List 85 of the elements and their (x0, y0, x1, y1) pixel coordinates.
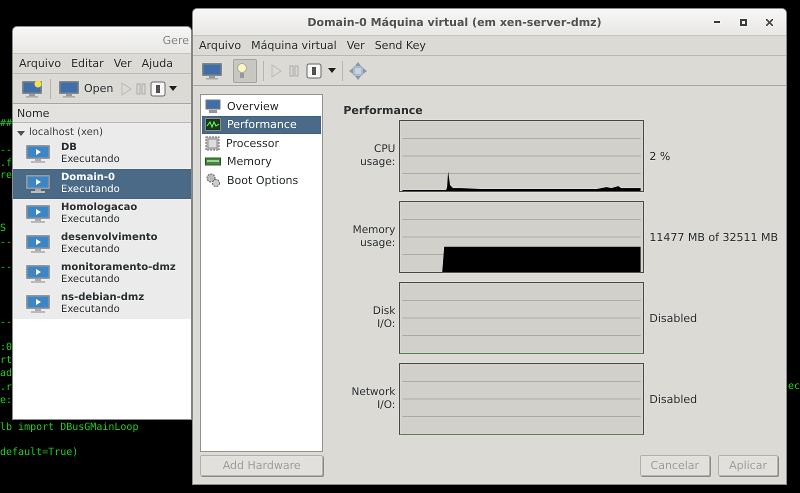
monitor-star-icon (21, 80, 43, 98)
terminal-text: ec (788, 380, 800, 393)
vm-row[interactable]: ns-debian-dmz Executando (13, 289, 191, 319)
maximize-icon (740, 18, 746, 26)
vm-status: Executando (61, 184, 120, 196)
terminal-text: -- (0, 316, 12, 329)
vm-monitor-icon (25, 204, 51, 224)
metric-value: 2 % (649, 150, 670, 162)
metric-label: Memory usage: (352, 224, 396, 250)
menu-item[interactable]: Máquina virtual (251, 39, 337, 52)
caret-icon[interactable] (328, 68, 336, 74)
caret-icon[interactable] (169, 86, 178, 92)
memory-stick-icon (205, 156, 221, 167)
vm-name: Domain-0 (61, 172, 116, 184)
metric-label: Network I/O: (352, 386, 396, 412)
menu-item[interactable]: Ajuda (142, 57, 173, 70)
menu-item[interactable]: Send Key (374, 39, 426, 52)
shutdown-icon[interactable] (306, 62, 322, 78)
menu-item[interactable]: Arquivo (19, 57, 62, 70)
vm-row[interactable]: monitoramento-dmz Executando (13, 259, 191, 289)
terminal-text: lb import DBusGMainLoop (0, 421, 138, 434)
section-title: Performance (343, 104, 424, 117)
minimize-icon (714, 21, 720, 23)
vm-status: Executando (61, 244, 121, 256)
terminal-text: default=True) (0, 446, 78, 459)
window-title: Domain-0 Máquina virtual (em xen-server-dmz) (307, 16, 602, 28)
chip-icon (205, 136, 220, 151)
vm-name: monitoramento-dmz (61, 262, 176, 274)
hardware-list-item[interactable]: Boot Options (202, 171, 322, 190)
vm-status: Executando (61, 304, 121, 316)
vm-monitor-icon (25, 234, 51, 254)
terminal-text: -- (0, 236, 12, 249)
gears-icon (205, 172, 221, 188)
hardware-list-item[interactable]: Performance (202, 116, 322, 134)
vm-status: Executando (61, 154, 120, 166)
close-icon (766, 18, 772, 26)
terminal-text: ad (0, 367, 12, 380)
shutdown-icon[interactable] (150, 80, 166, 96)
vm-name: desenvolvimento (61, 232, 158, 244)
vm-row[interactable]: Homologacao Executando (13, 199, 191, 229)
terminal-text: ## (0, 117, 12, 130)
host-label: localhost (xen) (29, 127, 103, 138)
column-header[interactable]: Nome (17, 106, 50, 120)
vm-name: DB (61, 142, 78, 154)
vm-monitor-icon (25, 264, 51, 284)
lightbulb-icon (237, 62, 247, 80)
vm-row[interactable]: desenvolvimento Executando (13, 229, 191, 259)
metric-label: CPU usage: (360, 143, 396, 169)
menu-item[interactable]: Ver (346, 39, 365, 52)
vm-name: ns-debian-dmz (61, 292, 144, 304)
terminal-text: :0 (0, 341, 12, 354)
vm-name: Homologacao (61, 202, 138, 214)
terminal-text: e: (0, 394, 12, 407)
metric-value: Disabled (649, 392, 698, 406)
expander-icon[interactable] (17, 128, 25, 136)
metric-value: 11477 MB of 32511 MB (649, 230, 778, 244)
metric-label: Disk I/O: (372, 305, 396, 331)
terminal-text: .r (0, 381, 12, 394)
vm-monitor-icon (25, 294, 51, 314)
vm-row[interactable]: DB Executando (13, 139, 191, 169)
vm-monitor-icon (25, 174, 51, 194)
terminal-text: S (0, 222, 6, 235)
vm-row[interactable]: Domain-0 Executando (13, 169, 191, 199)
monitor-icon (58, 80, 80, 98)
terminal-text: .f (0, 157, 12, 170)
metric-value: Disabled (649, 312, 698, 324)
hardware-list-item[interactable]: Processor (202, 134, 322, 152)
menu-item[interactable]: Arquivo (199, 39, 242, 52)
vm-status: Executando (61, 274, 121, 286)
hardware-list-item[interactable]: Memory (202, 152, 322, 171)
open-button[interactable]: Open (54, 76, 118, 100)
window-title: Gere (162, 34, 189, 46)
terminal-text: re (0, 169, 12, 182)
monitor-icon (205, 98, 221, 114)
hardware-list-item[interactable]: Overview (202, 97, 322, 116)
menu-item[interactable]: Ver (114, 57, 132, 70)
graph-icon (205, 118, 221, 132)
terminal-text: -- (0, 261, 12, 274)
terminal-text: rt (0, 354, 12, 367)
vm-monitor-icon (25, 144, 51, 164)
monitor-icon (201, 62, 223, 80)
vm-status: Executando (61, 214, 121, 226)
details-button[interactable] (233, 58, 257, 82)
menu-item[interactable]: Editar (71, 57, 104, 70)
terminal-text: -- (0, 144, 12, 157)
